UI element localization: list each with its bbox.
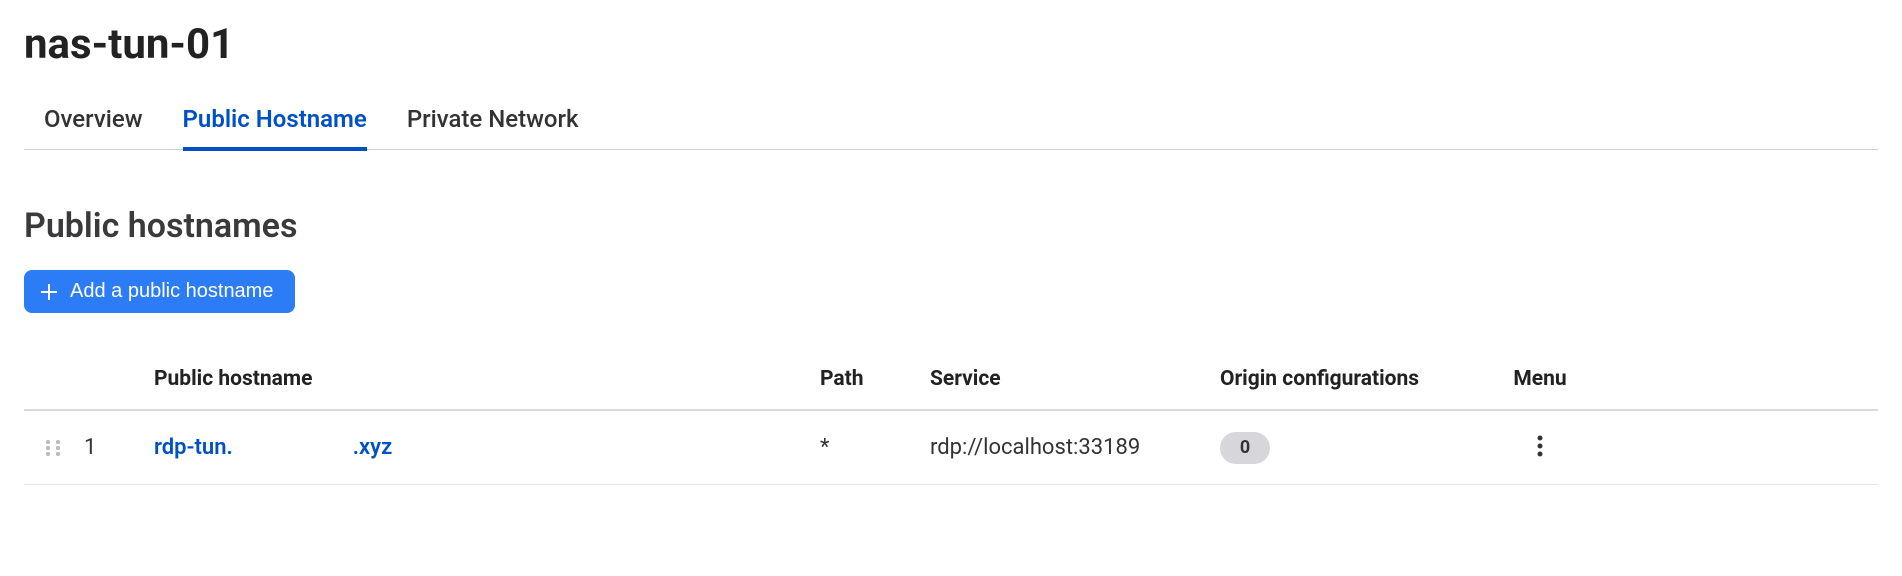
plus-icon [40,283,58,301]
row-index: 1 [84,435,154,460]
table-header: Public hostname Path Service Origin conf… [24,357,1878,411]
col-menu-header: Menu [1500,367,1580,391]
origin-config-badge[interactable]: 0 [1220,432,1270,464]
kebab-icon [1537,435,1543,457]
tab-private-network[interactable]: Private Network [407,105,579,151]
col-origin-header: Origin configurations [1220,367,1500,391]
hostnames-table: Public hostname Path Service Origin conf… [24,357,1878,485]
col-path-header: Path [820,367,930,391]
row-path: * [820,435,930,460]
col-service-header: Service [930,367,1220,391]
col-hostname-header: Public hostname [154,367,820,391]
row-service: rdp://localhost:33189 [930,435,1220,460]
hostname-link[interactable]: rdp-tun. .xyz [154,435,392,460]
row-menu-button[interactable] [1531,429,1549,466]
tab-overview[interactable]: Overview [44,105,143,151]
add-button-label: Add a public hostname [70,280,273,303]
page-title: nas-tun-01 [24,20,1878,69]
add-public-hostname-button[interactable]: Add a public hostname [24,270,295,313]
hostname-domain: .xyz [353,435,392,460]
section-title: Public hostnames [24,206,1878,246]
tab-public-hostname[interactable]: Public Hostname [183,105,367,151]
tabs: Overview Public Hostname Private Network [24,105,1878,150]
hostname-subdomain: rdp-tun. [154,435,233,460]
drag-handle-icon[interactable] [42,437,64,459]
table-row: 1 rdp-tun. .xyz * rdp://localhost:33189 0 [24,411,1878,485]
